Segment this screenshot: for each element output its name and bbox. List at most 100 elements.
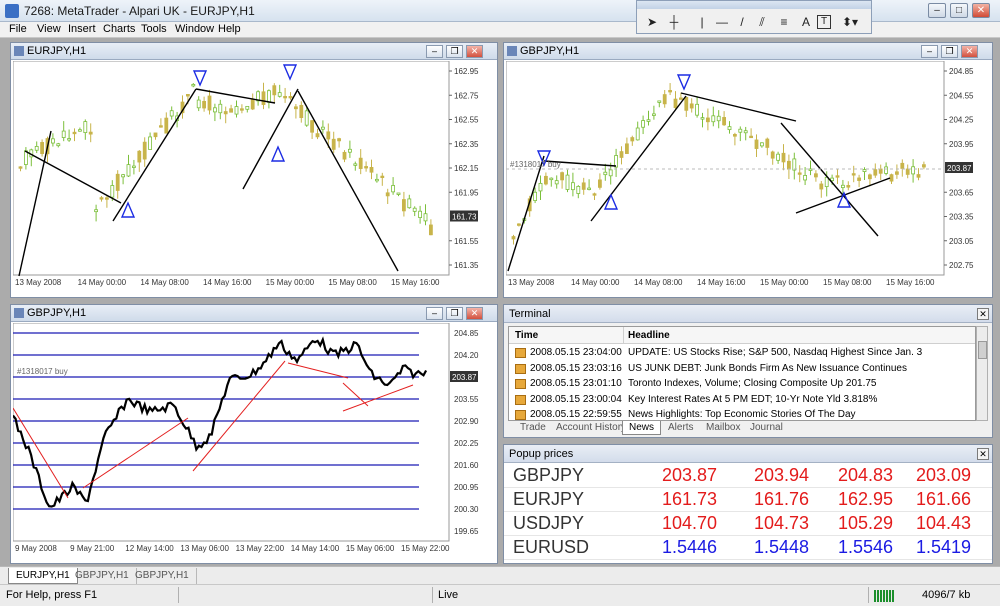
symbol-gbpjpy[interactable]: GBPJPY: [513, 465, 584, 486]
toolbar-grip[interactable]: [637, 1, 871, 9]
news-row[interactable]: 2008.05.15 23:00:04 Key Interest Rates At…: [509, 392, 969, 408]
menu-insert[interactable]: Insert: [68, 23, 96, 35]
news-header-row: Time Headline: [509, 327, 975, 344]
candle-body: [516, 223, 521, 226]
symbol-eurusd[interactable]: EURUSD: [513, 537, 589, 558]
tab-journal[interactable]: Journal: [744, 421, 789, 435]
chart-window-header[interactable]: GBPJPY,H1 – ❐ ✕: [11, 305, 497, 322]
candle-body: [754, 139, 759, 149]
minimize-button[interactable]: –: [426, 45, 443, 58]
price-bid: 104.70: [661, 513, 717, 533]
candle-body: [732, 134, 737, 137]
price-high: 105.29: [837, 513, 893, 533]
menu-window[interactable]: Window: [175, 23, 214, 35]
restore-button[interactable]: ❐: [446, 45, 463, 58]
candle-body: [803, 175, 808, 181]
candle-body: [851, 173, 856, 176]
trendline-icon[interactable]: /: [733, 13, 751, 31]
candle-body: [565, 174, 570, 190]
window-tab-gbpjpy[interactable]: GBPJPY,H1: [68, 568, 137, 584]
price-label: 161.35: [454, 261, 479, 270]
text-icon[interactable]: A: [797, 13, 815, 31]
candle-body: [423, 213, 428, 222]
candle-body: [385, 192, 390, 197]
symbol-eurjpy[interactable]: EURJPY: [513, 489, 584, 510]
menu-tools[interactable]: Tools: [141, 23, 167, 35]
candle-body: [72, 131, 77, 135]
chart-window-header[interactable]: GBPJPY,H1 – ❐ ✕: [504, 43, 992, 60]
vertical-line-icon[interactable]: |: [693, 13, 711, 31]
candle-body: [700, 117, 705, 120]
gbpjpy-line-chart[interactable]: 204.85 204.20 203.87 203.55 202.90 202.25 201.…: [13, 323, 497, 563]
maximize-button[interactable]: □: [950, 3, 968, 18]
price-low: 104.43: [915, 513, 971, 533]
column-time[interactable]: Time: [515, 330, 538, 341]
terminal-tabs: Trade Account History News Alerts Mailbo…: [508, 421, 990, 436]
plot-frame: [13, 61, 450, 276]
candle-body: [115, 173, 120, 191]
close-icon[interactable]: ✕: [977, 308, 989, 320]
news-time: 2008.05.15 22:59:55: [530, 409, 622, 420]
close-button[interactable]: ✕: [972, 3, 990, 18]
chart-window-gbpjpy[interactable]: GBPJPY,H1 – ❐ ✕ 204.85 204.55 204.25 203.95…: [503, 42, 993, 298]
close-button[interactable]: ✕: [466, 45, 483, 58]
close-icon[interactable]: ✕: [977, 448, 989, 460]
candle-body: [196, 99, 201, 109]
restore-button[interactable]: ❐: [941, 45, 958, 58]
window-tab-gbpjpy-2[interactable]: GBPJPY,H1: [128, 568, 197, 584]
minimize-button[interactable]: –: [928, 3, 946, 18]
candle-body: [878, 168, 883, 174]
restore-button[interactable]: ❐: [446, 307, 463, 320]
menu-help[interactable]: Help: [218, 23, 241, 35]
arrows-icon[interactable]: ⬍▾: [841, 13, 859, 31]
candle-body: [808, 168, 813, 171]
candle-body: [819, 183, 824, 190]
eurjpy-candlestick-chart[interactable]: 162.95 162.75 162.55 162.35 162.15 161.95 161.…: [13, 61, 497, 297]
tab-trade[interactable]: Trade: [514, 421, 552, 435]
close-button[interactable]: ✕: [961, 45, 978, 58]
horizontal-line-icon[interactable]: —: [713, 13, 731, 31]
chart-window-header[interactable]: EURJPY,H1 – ❐ ✕: [11, 43, 497, 60]
column-headline[interactable]: Headline: [628, 330, 670, 341]
fibonacci-icon[interactable]: ≡: [775, 13, 793, 31]
news-row[interactable]: 2008.05.15 23:04:00 UPDATE: US Stocks Ris…: [509, 345, 969, 361]
crosshair-icon[interactable]: ┼: [665, 13, 683, 31]
candle-body: [153, 132, 158, 138]
gbpjpy-candlestick-chart[interactable]: 204.85 204.55 204.25 203.95 203.87 203.65 203.…: [506, 61, 992, 297]
candle-body: [749, 135, 754, 139]
chart-window-gbpjpy-line[interactable]: GBPJPY,H1 – ❐ ✕ 204.85 204.20 203.87 203.55…: [10, 304, 498, 564]
tab-news[interactable]: News: [622, 421, 662, 435]
cursor-icon[interactable]: ➤: [643, 13, 661, 31]
candle-body: [169, 110, 174, 117]
close-button[interactable]: ✕: [466, 307, 483, 320]
chart-window-eurjpy[interactable]: EURJPY,H1 – ❐ ✕ 162.95 162.75 162.55 162.35…: [10, 42, 498, 298]
tab-account-history[interactable]: Account History: [550, 421, 632, 435]
tab-alerts[interactable]: Alerts: [662, 421, 700, 435]
candle-body: [884, 166, 889, 174]
price-label: 204.85: [454, 329, 479, 338]
news-row[interactable]: 2008.05.15 23:01:10 Toronto Indexes, Volu…: [509, 376, 969, 392]
menu-file[interactable]: File: [9, 23, 27, 35]
time-label: 15 May 06:00: [346, 544, 395, 553]
minimize-button[interactable]: –: [921, 45, 938, 58]
news-headline: UPDATE: US Stocks Rise; S&P 500, Nasdaq …: [628, 347, 923, 358]
menu-view[interactable]: View: [37, 23, 61, 35]
status-bar: For Help, press F1 Live 4096/7 kb: [0, 584, 1000, 606]
minimize-button[interactable]: –: [426, 307, 443, 320]
candle-body: [412, 207, 417, 212]
price-label: 203.95: [949, 140, 974, 149]
news-scrollbar[interactable]: [976, 326, 988, 421]
symbol-usdjpy[interactable]: USDJPY: [513, 513, 584, 534]
candle-body: [418, 210, 423, 218]
time-label: 14 May 16:00: [697, 278, 746, 287]
menu-charts[interactable]: Charts: [103, 23, 135, 35]
channel-icon[interactable]: ⫽: [753, 13, 771, 31]
tab-mailbox[interactable]: Mailbox: [700, 421, 746, 435]
label-icon[interactable]: T: [817, 15, 831, 29]
price-low: 161.66: [915, 489, 971, 509]
time-label: 13 May 2008: [15, 278, 62, 287]
price-ask: 1.5448: [753, 537, 809, 557]
news-row[interactable]: 2008.05.15 22:59:55 News Highlights: Top …: [509, 407, 969, 420]
news-row[interactable]: 2008.05.15 23:03:16 US JUNK DEBT: Junk Bo…: [509, 361, 969, 377]
chart-icon: [14, 308, 24, 318]
